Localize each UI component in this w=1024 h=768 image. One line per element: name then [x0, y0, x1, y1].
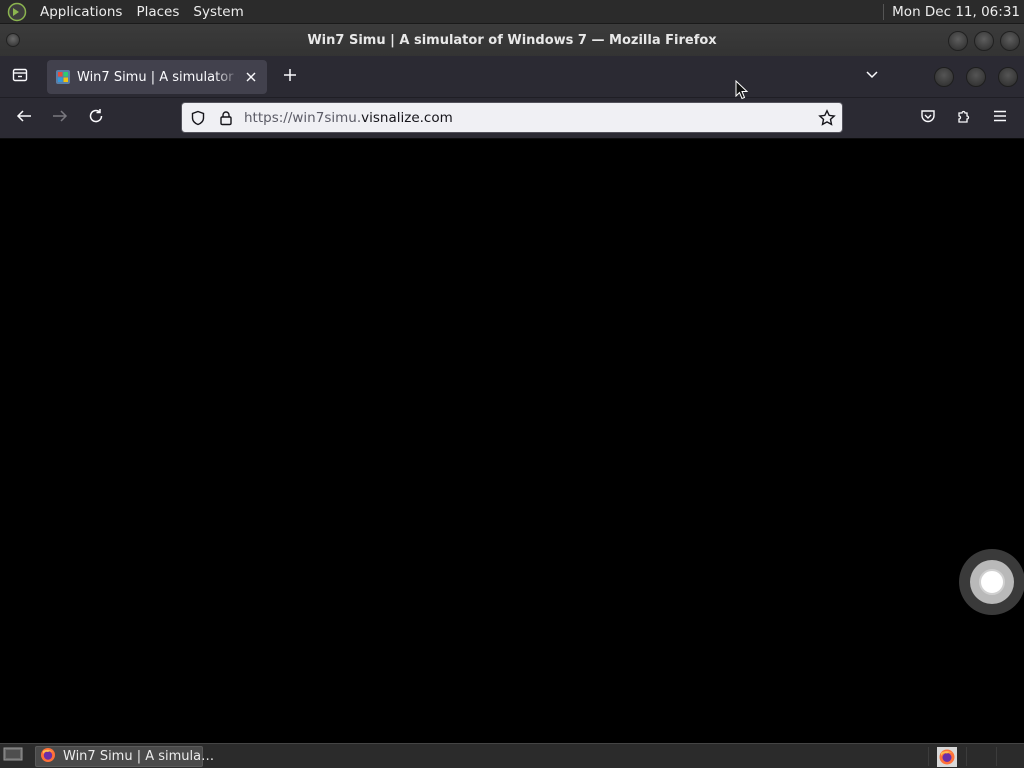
system-menu[interactable]: System — [186, 0, 250, 24]
pocket-button[interactable] — [916, 106, 940, 130]
loading-spinner-icon — [959, 549, 1024, 615]
firefox-icon — [40, 747, 56, 767]
tray-firefox-icon[interactable] — [937, 747, 957, 767]
clock[interactable]: Mon Dec 11, 06:31 — [892, 4, 1024, 20]
tabbar-maximize-button[interactable] — [966, 67, 986, 87]
tray-separator — [996, 747, 997, 766]
back-button[interactable] — [12, 106, 36, 130]
top-panel: Applications Places System Mon Dec 11, 0… — [0, 0, 1024, 24]
chevron-down-icon — [862, 71, 882, 89]
navigation-toolbar: https://win7simu.visnalize.com — [0, 98, 1024, 139]
show-desktop-button[interactable] — [1, 746, 25, 766]
hamburger-menu-icon — [992, 108, 1008, 128]
app-menu-button[interactable] — [988, 106, 1012, 130]
reload-icon — [88, 108, 104, 128]
new-tab-button[interactable] — [279, 66, 301, 88]
tabbar-close-button[interactable] — [998, 67, 1018, 87]
spinner-core — [979, 569, 1005, 595]
tab-close-icon[interactable] — [243, 69, 259, 85]
url-text[interactable]: https://win7simu.visnalize.com — [244, 110, 453, 126]
puzzle-piece-icon — [956, 108, 972, 128]
panel-separator — [883, 3, 885, 20]
bottom-taskbar: Win7 Simu | A simula… — [0, 743, 1024, 768]
arrow-left-icon — [16, 108, 32, 128]
places-menu[interactable]: Places — [129, 0, 186, 24]
list-all-tabs-button[interactable] — [862, 65, 882, 89]
url-host: visnalize.com — [361, 109, 453, 126]
lock-icon[interactable] — [218, 110, 234, 126]
url-bar[interactable]: https://win7simu.visnalize.com — [181, 102, 843, 133]
tray-separator — [966, 747, 967, 766]
tracking-protection-shield-icon[interactable] — [190, 110, 206, 126]
window-menu-button[interactable] — [6, 33, 20, 47]
url-prefix: https://win7simu. — [244, 109, 362, 126]
tab-title: Win7 Simu | A simulator of Windows 7 — [77, 69, 239, 85]
reload-button[interactable] — [84, 106, 108, 130]
page-content[interactable] — [0, 139, 1024, 743]
plus-icon — [283, 68, 297, 86]
extensions-button[interactable] — [952, 106, 976, 130]
desktop-icon — [3, 746, 23, 766]
tab-active[interactable]: Win7 Simu | A simulator of Windows 7 — [47, 60, 267, 94]
bookmark-star-icon[interactable] — [818, 109, 836, 131]
distro-logo-icon[interactable] — [6, 1, 28, 23]
close-button[interactable] — [1000, 31, 1020, 51]
maximize-button[interactable] — [974, 31, 994, 51]
forward-button[interactable] — [48, 106, 72, 130]
window-title: Win7 Simu | A simulator of Windows 7 — M… — [307, 32, 717, 48]
taskbar-window-firefox[interactable]: Win7 Simu | A simula… — [35, 746, 214, 767]
tray-separator — [928, 747, 929, 766]
applications-menu[interactable]: Applications — [33, 0, 129, 24]
arrow-right-icon — [52, 108, 68, 128]
windows-favicon-icon — [55, 69, 71, 85]
spinner-ring — [970, 560, 1014, 604]
mouse-cursor-icon — [735, 79, 749, 104]
window-titlebar[interactable]: Win7 Simu | A simulator of Windows 7 — M… — [0, 24, 1024, 56]
firefox-view-icon — [12, 67, 28, 87]
tabbar-minimize-button[interactable] — [934, 67, 954, 87]
minimize-button[interactable] — [948, 31, 968, 51]
firefox-view-button[interactable] — [0, 56, 40, 98]
taskbar-window-label: Win7 Simu | A simula… — [63, 749, 215, 764]
pocket-icon — [920, 108, 936, 128]
